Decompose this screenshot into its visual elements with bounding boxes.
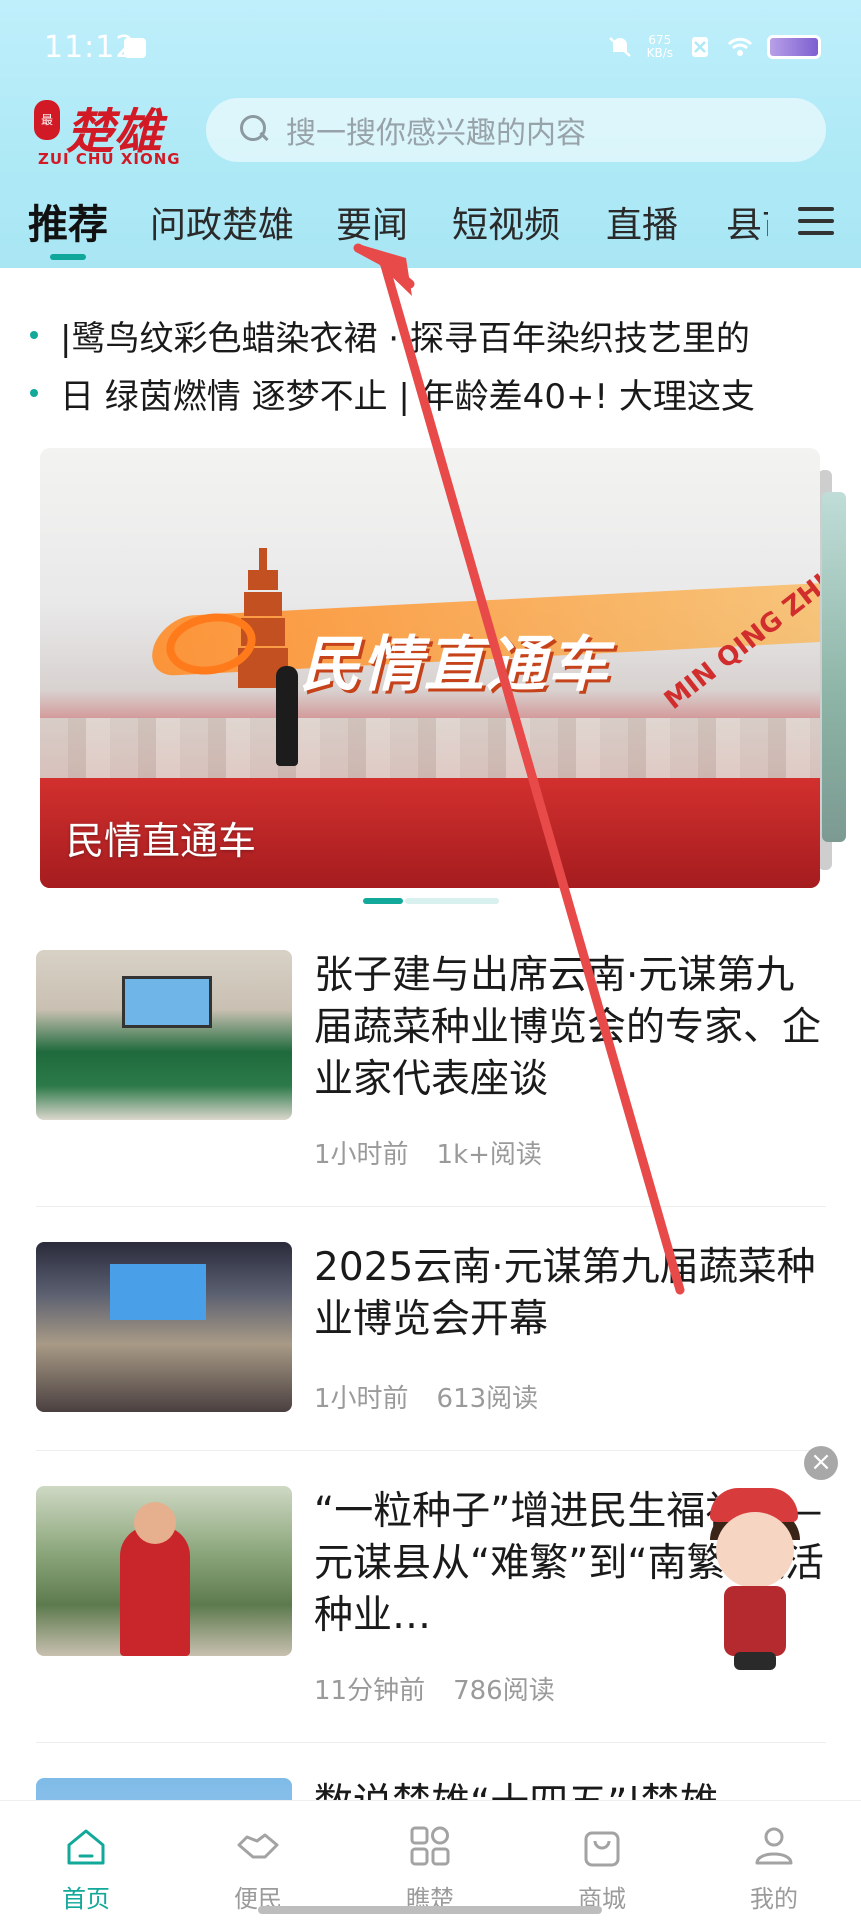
divider xyxy=(36,1206,826,1207)
ticker-item[interactable]: |鹭鸟纹彩色蜡染衣裙 · 探寻百年染织技艺里的 xyxy=(30,306,830,364)
next-banner-peek[interactable] xyxy=(822,492,846,842)
handshake-icon xyxy=(237,1833,279,1859)
network-speed: 675 KB/s xyxy=(647,34,673,60)
headline-ticker: |鹭鸟纹彩色蜡染衣裙 · 探寻百年染织技艺里的 日 绿茵燃情 逐梦不止 | 年龄… xyxy=(30,306,830,422)
message-notification-icon xyxy=(124,38,146,58)
news-reads: 1k+阅读 xyxy=(436,1140,542,1170)
logo-seal: 最 xyxy=(34,100,60,140)
gesture-home-bar[interactable] xyxy=(258,1906,602,1914)
bottom-navigation: 首页 便民 瞧楚 商城 我的 xyxy=(0,1800,861,1920)
tab-news[interactable]: 要闻 xyxy=(336,196,408,248)
banner-presenter xyxy=(276,666,298,766)
news-title: 张子建与出席云南·元谋第九届蔬菜种业博览会的专家、企业家代表座谈 xyxy=(314,953,822,1102)
home-icon xyxy=(67,1829,105,1865)
tab-counties[interactable]: 县市 xyxy=(726,196,768,248)
news-time: 1小时前 xyxy=(314,1140,409,1170)
search-icon xyxy=(240,115,270,145)
divider xyxy=(36,1450,826,1451)
nav-services[interactable]: 便民 xyxy=(198,1823,318,1914)
nav-mall[interactable]: 商城 xyxy=(542,1823,662,1914)
network-speed-unit: KB/s xyxy=(646,46,673,60)
tab-short-video[interactable]: 短视频 xyxy=(452,196,560,248)
indicator-active xyxy=(363,898,403,904)
indicator-inactive xyxy=(405,898,499,904)
nav-explore[interactable]: 瞧楚 xyxy=(370,1823,490,1914)
news-thumbnail xyxy=(36,1486,292,1656)
news-time: 11分钟前 xyxy=(314,1676,426,1706)
close-floating-mascot-icon[interactable]: × xyxy=(804,1446,838,1480)
shopping-bag-icon xyxy=(584,1831,620,1867)
divider xyxy=(36,1742,826,1743)
battery-icon xyxy=(767,35,821,59)
nav-mine-label: 我的 xyxy=(750,1885,798,1913)
news-title: 2025云南·元谋第九届蔬菜种业博览会开幕 xyxy=(314,1245,816,1342)
news-meta: 11分钟前 786阅读 xyxy=(314,1670,555,1707)
nav-home[interactable]: 首页 xyxy=(26,1823,146,1914)
banner-logo-text: 民情直通车 xyxy=(300,630,610,700)
wifi-icon xyxy=(727,37,753,56)
news-item[interactable]: 2025云南·元谋第九届蔬菜种业博览会开幕 1小时前 613阅读 xyxy=(36,1242,826,1422)
user-icon xyxy=(755,1827,793,1865)
news-item[interactable]: 张子建与出席云南·元谋第九届蔬菜种业博览会的专家、企业家代表座谈 1小时前 1k+… xyxy=(36,950,826,1170)
bullet-dot xyxy=(30,331,38,339)
bullet-dot xyxy=(30,389,38,397)
tab-wenzheng-chuxiong[interactable]: 问政楚雄 xyxy=(150,196,294,248)
nav-home-label: 首页 xyxy=(62,1885,110,1913)
news-thumbnail xyxy=(36,1242,292,1412)
banner-caption: 民情直通车 xyxy=(66,819,257,863)
floating-mascot[interactable] xyxy=(700,1488,810,1674)
sim-off-icon xyxy=(692,37,708,57)
news-thumbnail xyxy=(36,950,292,1120)
logo-subtext: ZUI CHU XIONG xyxy=(38,150,181,168)
active-tab-indicator xyxy=(50,254,86,260)
banner-carousel[interactable]: 民情直通车 MIN QING ZHI TONG CHE 民情直通车 xyxy=(40,448,820,888)
search-bar[interactable]: 搜一搜你感兴趣的内容 xyxy=(206,98,826,162)
news-meta: 1小时前 1k+阅读 xyxy=(314,1134,542,1171)
status-time: 11:12 xyxy=(44,30,136,65)
status-bar: 11:12 675 KB/s xyxy=(0,0,861,100)
news-meta: 1小时前 613阅读 xyxy=(314,1378,538,1415)
grid-icon xyxy=(410,1826,450,1866)
ticker-item[interactable]: 日 绿茵燃情 逐梦不止 | 年龄差40+! 大理这支 xyxy=(30,364,830,422)
channel-menu-icon[interactable] xyxy=(798,205,838,239)
status-icons: 675 KB/s xyxy=(607,34,821,60)
news-reads: 613阅读 xyxy=(436,1384,539,1414)
ticker-text: |鹭鸟纹彩色蜡染衣裙 · 探寻百年染织技艺里的 xyxy=(60,318,750,359)
ticker-text: 日 绿茵燃情 逐梦不止 | 年龄差40+! 大理这支 xyxy=(60,376,755,417)
tab-recommend[interactable]: 推荐 xyxy=(28,192,108,250)
news-reads: 786阅读 xyxy=(453,1676,555,1706)
app-logo[interactable]: 最 楚雄 ZUI CHU XIONG xyxy=(34,96,194,168)
carousel-indicator xyxy=(363,898,499,904)
search-placeholder: 搜一搜你感兴趣的内容 xyxy=(286,116,586,151)
nav-mine[interactable]: 我的 xyxy=(714,1823,834,1914)
tab-live[interactable]: 直播 xyxy=(606,196,678,248)
news-time: 1小时前 xyxy=(314,1384,409,1414)
mute-bell-icon xyxy=(608,37,631,57)
